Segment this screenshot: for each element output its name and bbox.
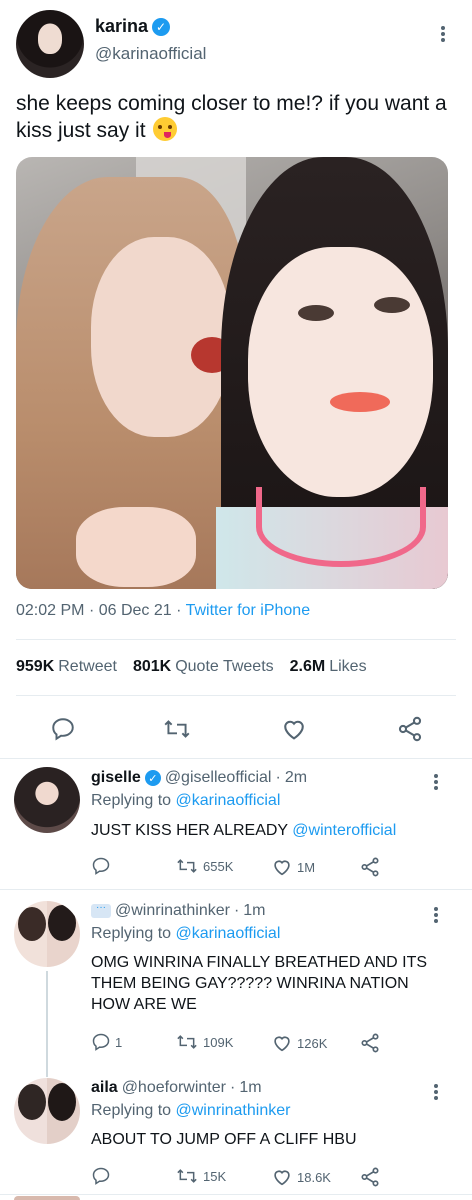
divider (0, 1194, 472, 1195)
tweet-meta: 02:02 PM · 06 Dec 21 · Twitter for iPhon… (16, 602, 310, 620)
tweet-time: 02:02 PM (16, 602, 85, 619)
reply-actions: 655K 1M (91, 856, 391, 880)
tweet-photo[interactable] (16, 157, 448, 589)
share-icon (361, 1167, 379, 1187)
retweet-button[interactable]: 109K (175, 1032, 233, 1052)
divider (16, 639, 456, 640)
retweet-button[interactable]: 15K (175, 1166, 226, 1186)
share-button[interactable] (359, 1166, 381, 1188)
verified-badge-icon: ✓ (152, 17, 171, 36)
share-icon (361, 857, 379, 877)
like-heart-icon (274, 1170, 290, 1186)
share-icon[interactable] (396, 715, 424, 743)
tweet-stats: 959K Retweet 801K Quote Tweets 2.6M Likes (16, 658, 367, 676)
retweets-stat[interactable]: 959K Retweet (16, 658, 117, 676)
divider (16, 695, 456, 696)
replying-to-link[interactable]: @karinaofficial (176, 925, 281, 942)
quotes-stat[interactable]: 801K Quote Tweets (133, 658, 274, 676)
avatar[interactable] (14, 1196, 80, 1200)
meta-separator: · (229, 1079, 236, 1096)
meta-separator: · (88, 602, 95, 619)
meta-separator: · (176, 602, 182, 619)
reply-button[interactable] (91, 1166, 115, 1186)
reply-time: 1m (239, 1079, 262, 1096)
tweet-source-link[interactable]: Twitter for iPhone (186, 602, 311, 619)
meta-separator: · (275, 769, 281, 786)
replying-to: Replying to @karinaofficial (91, 925, 281, 942)
avatar[interactable] (14, 901, 80, 967)
like-heart-icon (274, 1036, 290, 1052)
like-button[interactable]: 126K (271, 1032, 327, 1054)
reply-text: JUST KISS HER ALREADY @winterofficial (91, 822, 397, 839)
retweet-button[interactable]: 655K (175, 856, 233, 876)
like-button[interactable]: 18.6K (271, 1166, 331, 1188)
reply-handle[interactable]: @winrinathinker (115, 902, 230, 920)
tweet-text-content: she keeps coming closer to me!? if you w… (16, 92, 447, 142)
replying-to: Replying to @karinaofficial (91, 792, 281, 809)
more-options-icon[interactable] (431, 1082, 441, 1102)
reply-header: ··· @winrinathinker · 1m (91, 902, 266, 920)
replying-to-link[interactable]: @winrinathinker (176, 1102, 291, 1119)
like-heart-icon[interactable] (280, 715, 308, 743)
retweet-icon (177, 1035, 197, 1049)
display-name[interactable]: aila (91, 1079, 118, 1097)
like-heart-icon (274, 860, 290, 876)
reply-time: 2m (284, 769, 308, 786)
speech-bubble-icon: ··· (91, 903, 111, 918)
retweet-icon (177, 1169, 197, 1183)
reply-icon (92, 857, 110, 875)
divider (0, 758, 472, 759)
replying-to: Replying to @winrinathinker (91, 1102, 291, 1119)
reply-button[interactable]: 1 (91, 1032, 122, 1052)
display-name[interactable]: karina (95, 16, 148, 37)
reply-icon (92, 1033, 110, 1051)
like-button[interactable]: 1M (271, 856, 315, 878)
reply-button[interactable] (91, 856, 115, 876)
retweet-icon[interactable] (162, 716, 192, 742)
reply-text: OMG WINRINA FINALLY BREATHED AND ITS THE… (91, 954, 428, 1013)
avatar[interactable] (16, 10, 84, 78)
reply-text: ABOUT TO JUMP OFF A CLIFF HBU (91, 1131, 357, 1148)
more-options-icon[interactable] (438, 24, 448, 44)
reply-icon (92, 1167, 110, 1185)
reply-handle[interactable]: @giselleofficial (165, 769, 272, 787)
meta-separator: · (233, 902, 240, 919)
reply-handle[interactable]: @hoeforwinter (122, 1079, 226, 1097)
likes-stat[interactable]: 2.6M Likes (290, 658, 367, 676)
mention-link[interactable]: @winterofficial (292, 822, 396, 839)
savoring-food-emoji-icon (153, 117, 178, 141)
reply-actions: 1 109K 126K (91, 1032, 391, 1056)
avatar[interactable] (14, 767, 80, 833)
share-icon (361, 1033, 379, 1053)
reply-time: 1m (243, 902, 266, 919)
replying-to-link[interactable]: @karinaofficial (176, 792, 281, 809)
tweet-actions (0, 706, 472, 750)
more-options-icon[interactable] (431, 772, 441, 792)
retweet-icon (177, 859, 197, 873)
avatar[interactable] (14, 1078, 80, 1144)
reply-header: giselle ✓ @giselleofficial · 2m (91, 769, 307, 787)
author-name-row: karina ✓ (95, 16, 171, 37)
reply-actions: 15K 18.6K (91, 1166, 391, 1190)
more-options-icon[interactable] (431, 905, 441, 925)
author-handle[interactable]: @karinaofficial (95, 44, 206, 64)
reply-header: aila @hoeforwinter · 1m (91, 1079, 262, 1097)
divider (0, 889, 472, 890)
display-name[interactable]: giselle (91, 769, 141, 787)
thread-line (46, 971, 48, 1077)
reply-icon[interactable] (50, 716, 76, 742)
verified-badge-icon: ✓ (144, 770, 161, 786)
share-button[interactable] (359, 856, 381, 878)
share-button[interactable] (359, 1032, 381, 1054)
tweet-date: 06 Dec 21 (98, 602, 172, 619)
tweet-text: she keeps coming closer to me!? if you w… (16, 90, 456, 144)
